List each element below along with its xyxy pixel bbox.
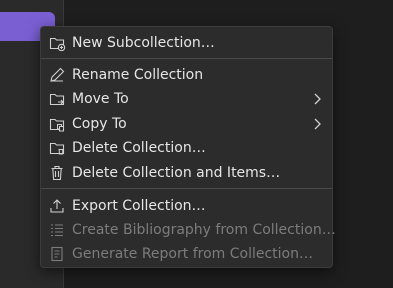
chevron-right-icon	[314, 93, 321, 105]
menu-item-export-collection[interactable]: Export Collection…	[41, 194, 332, 218]
menu-item-delete-collection[interactable]: Delete Collection…	[41, 136, 332, 160]
menu-item-create-bibliography: Create Bibliography from Collection…	[41, 218, 336, 242]
app-window: New Subcollection… Rename Collection Mov…	[0, 0, 393, 288]
menu-item-label: Copy To	[72, 116, 127, 132]
menu-item-new-subcollection[interactable]: New Subcollection…	[41, 31, 332, 55]
menu-item-move-to[interactable]: Move To	[41, 87, 332, 111]
menu-item-label: Export Collection…	[72, 198, 206, 214]
pencil-icon	[48, 66, 66, 84]
export-icon	[48, 197, 66, 215]
folder-plus-icon	[48, 34, 66, 52]
menu-item-label: New Subcollection…	[72, 35, 215, 51]
menu-item-label: Rename Collection	[72, 67, 204, 83]
report-icon	[48, 245, 66, 263]
menu-item-label: Delete Collection…	[72, 140, 206, 156]
list-icon	[48, 221, 66, 239]
menu-separator	[41, 58, 332, 59]
menu-item-label: Create Bibliography from Collection…	[72, 222, 336, 238]
menu-item-label: Generate Report from Collection…	[72, 246, 313, 262]
context-menu: New Subcollection… Rename Collection Mov…	[40, 26, 336, 268]
menu-item-copy-to[interactable]: Copy To	[41, 112, 332, 136]
menu-item-delete-collection-and-items[interactable]: Delete Collection and Items…	[41, 161, 332, 185]
menu-item-rename-collection[interactable]: Rename Collection	[41, 63, 332, 87]
menu-separator	[41, 188, 332, 189]
menu-item-label: Delete Collection and Items…	[72, 165, 281, 181]
folder-delete-icon	[48, 139, 66, 157]
chevron-right-icon	[314, 118, 321, 130]
menu-item-label: Move To	[72, 91, 129, 107]
folder-copy-icon	[48, 115, 66, 133]
menu-item-generate-report: Generate Report from Collection…	[41, 242, 332, 266]
trash-icon	[48, 164, 66, 182]
folder-move-icon	[48, 90, 66, 108]
